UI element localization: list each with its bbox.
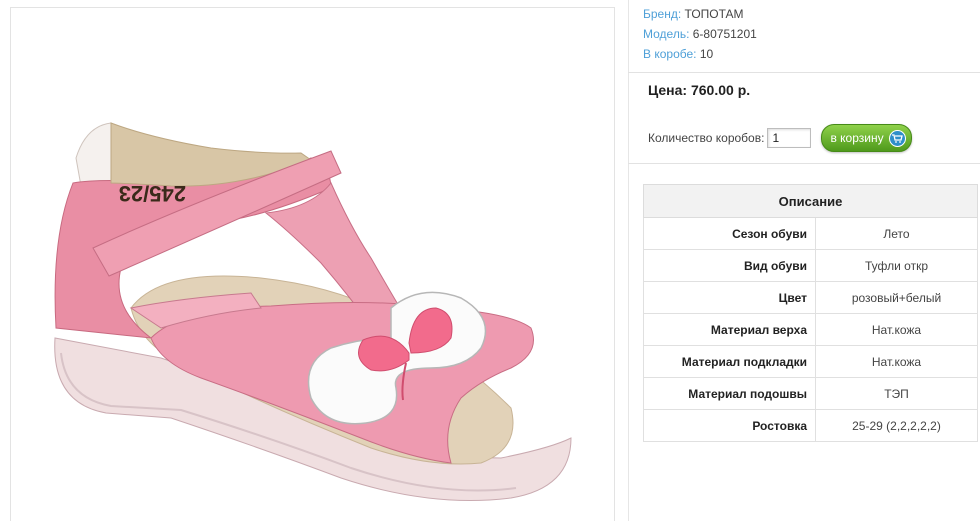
spec-value: Туфли откр	[815, 249, 978, 282]
box-value: 10	[699, 47, 714, 61]
divider-line	[628, 163, 980, 164]
table-row: Материал верха Нат.кожа	[643, 313, 978, 346]
add-to-cart-button[interactable]: в корзину	[821, 124, 912, 152]
quantity-row: Количество коробов: в корзину	[648, 124, 912, 152]
add-to-cart-label: в корзину	[830, 131, 884, 145]
quantity-label: Количество коробов:	[648, 131, 765, 145]
spec-key: Материал подкладки	[643, 345, 816, 378]
product-meta: Бренд: ТОПОТАМ Модель: 6-80751201 В коро…	[643, 4, 757, 64]
size-print: 245/23	[119, 181, 186, 206]
description-title: Описание	[643, 184, 978, 218]
spec-value: ТЭП	[815, 377, 978, 410]
product-image[interactable]: 245/23	[11, 8, 616, 522]
spec-value: Нат.кожа	[815, 313, 978, 346]
table-row: Цвет розовый+белый	[643, 281, 978, 314]
table-row: Материал подошвы ТЭП	[643, 377, 978, 410]
spec-key: Цвет	[643, 281, 816, 314]
quantity-input[interactable]	[767, 128, 812, 148]
divider-line	[628, 72, 980, 73]
table-row: Ростовка 25-29 (2,2,2,2,2)	[643, 409, 978, 442]
spec-key: Ростовка	[643, 409, 816, 442]
brand-label: Бренд:	[643, 7, 682, 21]
model-value: 6-80751201	[692, 27, 757, 41]
box-label: В коробе:	[643, 47, 697, 61]
table-row: Материал подкладки Нат.кожа	[643, 345, 978, 378]
model-label: Модель:	[643, 27, 690, 41]
brand-line: Бренд: ТОПОТАМ	[643, 4, 757, 24]
spec-key: Материал подошвы	[643, 377, 816, 410]
spec-value: Нат.кожа	[815, 345, 978, 378]
model-line: Модель: 6-80751201	[643, 24, 757, 44]
spec-value: Лето	[815, 217, 978, 250]
table-row: Вид обуви Туфли откр	[643, 249, 978, 282]
price-text: Цена: 760.00 р.	[648, 82, 751, 98]
brand-value: ТОПОТАМ	[684, 7, 744, 21]
spec-value: розовый+белый	[815, 281, 978, 314]
product-info-panel: Бренд: ТОПОТАМ Модель: 6-80751201 В коро…	[628, 0, 980, 521]
spec-value: 25-29 (2,2,2,2,2)	[815, 409, 978, 442]
box-line: В коробе: 10	[643, 44, 757, 64]
spec-key: Вид обуви	[643, 249, 816, 282]
description-table: Описание Сезон обуви Лето Вид обуви Туфли …	[643, 184, 978, 442]
table-row: Сезон обуви Лето	[643, 217, 978, 250]
spec-key: Сезон обуви	[643, 217, 816, 250]
cart-icon	[888, 129, 906, 147]
spec-key: Материал верха	[643, 313, 816, 346]
product-image-frame[interactable]: 245/23	[10, 7, 615, 521]
